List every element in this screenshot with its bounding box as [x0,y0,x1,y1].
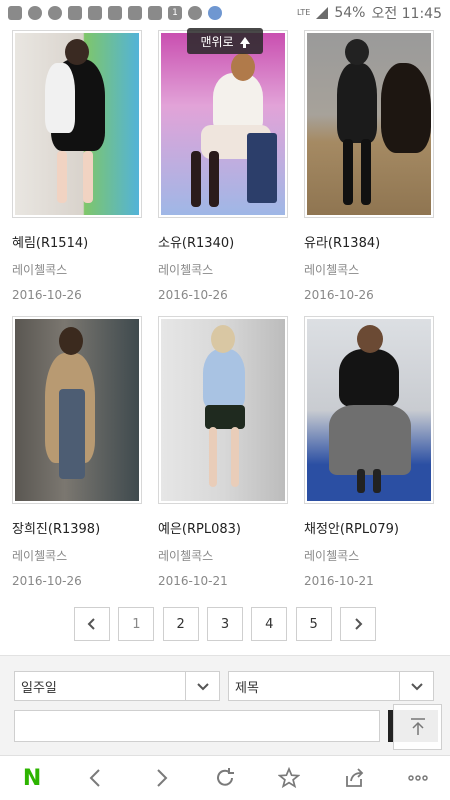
chevron-down-icon [410,683,423,691]
back-to-top-button[interactable]: 맨위로 [187,28,263,54]
product-date: 2016-10-26 [304,288,374,302]
product-photo [15,33,139,215]
share-button[interactable] [330,758,378,798]
chevron-down-icon [196,683,209,691]
product-brand: 레이첼콕스 [158,549,214,563]
battery-level: 54% [334,5,366,21]
bookmark-button[interactable] [265,758,313,798]
product-card[interactable]: 혜림(R1514) 레이첼콕스 2016-10-26 [12,30,142,302]
search-input[interactable] [14,710,380,742]
product-card[interactable]: 예은(RPL083) 레이첼콕스 2016-10-21 [158,316,288,588]
book-icon [148,6,162,20]
browser-toolbar: N [0,755,450,800]
next-page-button[interactable] [339,607,376,641]
period-select[interactable]: 일주일 [14,671,220,701]
field-select[interactable]: 제목 [228,671,434,701]
chevron-right-icon [355,618,363,630]
share-icon [345,768,363,787]
status-right: LTE 54% 오전 11:45 [297,3,442,23]
product-title[interactable]: 채정안(RPL079) [304,518,434,537]
news-icon [188,6,202,20]
product-thumbnail[interactable] [12,316,142,504]
facebook-icon [68,6,82,20]
product-brand: 레이첼콕스 [304,549,360,563]
field-select-value: 제목 [235,680,259,696]
product-photo [15,319,139,501]
pagination: 1 2 3 4 5 [74,607,376,641]
period-select-value: 일주일 [21,680,57,696]
product-brand: 레이첼콕스 [304,263,360,277]
play-icon [128,6,142,20]
product-card[interactable]: 채정안(RPL079) 레이첼콕스 2016-10-21 [304,316,434,588]
prev-page-button[interactable] [74,607,110,641]
chevron-left-icon [90,769,101,787]
chevron-left-icon [87,618,95,630]
product-date: 2016-10-21 [158,574,228,588]
product-date: 2016-10-21 [304,574,374,588]
back-button[interactable] [72,758,120,798]
arrow-up-icon [239,36,250,48]
star-icon [278,767,301,789]
product-date: 2016-10-26 [158,288,228,302]
page-5-button[interactable]: 5 [295,607,332,641]
chevron-right-icon [156,769,168,787]
product-thumbnail[interactable] [158,316,288,504]
product-photo [307,33,431,215]
page-4-button[interactable]: 4 [251,607,288,641]
product-thumbnail[interactable] [158,30,288,218]
network-type: LTE [297,8,311,17]
product-date: 2016-10-26 [12,574,82,588]
cloud-icon [48,6,62,20]
s-app-icon [208,6,222,20]
product-card[interactable]: 유라(R1384) 레이첼콕스 2016-10-26 [304,30,434,302]
more-button[interactable] [394,758,442,798]
product-title[interactable]: 예은(RPL083) [158,518,288,537]
page-2-button[interactable]: 2 [162,607,199,641]
badge-count-icon: 1 [168,6,182,20]
forward-button[interactable] [137,758,185,798]
product-photo [307,319,431,501]
product-thumbnail[interactable] [12,30,142,218]
clock: 오전 11:45 [371,6,442,22]
product-photo [161,319,285,501]
product-card[interactable]: 소유(R1340) 레이첼콕스 2016-10-26 [158,30,288,302]
page-1-button[interactable]: 1 [118,607,155,641]
scroll-top-button[interactable] [393,704,442,750]
naver-logo-icon: N [22,765,42,791]
arrow-up-to-top-icon [410,718,425,735]
product-thumbnail[interactable] [304,30,434,218]
period-dropdown-button[interactable] [185,672,219,700]
signal-icon [316,7,329,19]
product-card[interactable]: 장희진(R1398) 레이첼콕스 2016-10-26 [12,316,142,588]
product-title[interactable]: 혜림(R1514) [12,232,142,251]
talk-bubble-icon [108,6,122,20]
product-brand: 레이첼콕스 [12,549,68,563]
field-dropdown-button[interactable] [399,672,433,700]
product-thumbnail[interactable] [304,316,434,504]
search-panel: 일주일 제목 [0,655,450,755]
status-bar: 1 LTE 54% 오전 11:45 [0,0,450,26]
naver-home-button[interactable]: N [8,758,56,798]
more-dots-icon [408,775,428,781]
daum-icon [88,6,102,20]
chat-notification-icon [8,6,22,20]
product-title[interactable]: 소유(R1340) [158,232,288,251]
back-to-top-label: 맨위로 [200,34,234,49]
product-photo [161,33,285,215]
refresh-icon [217,768,234,786]
page-3-button[interactable]: 3 [206,607,243,641]
notification-icons: 1 [8,6,222,20]
product-date: 2016-10-26 [12,288,82,302]
refresh-button[interactable] [201,758,249,798]
product-brand: 레이첼콕스 [158,263,214,277]
sync-icon [28,6,42,20]
product-title[interactable]: 장희진(R1398) [12,518,142,537]
product-brand: 레이첼콕스 [12,263,68,277]
product-title[interactable]: 유라(R1384) [304,232,434,251]
